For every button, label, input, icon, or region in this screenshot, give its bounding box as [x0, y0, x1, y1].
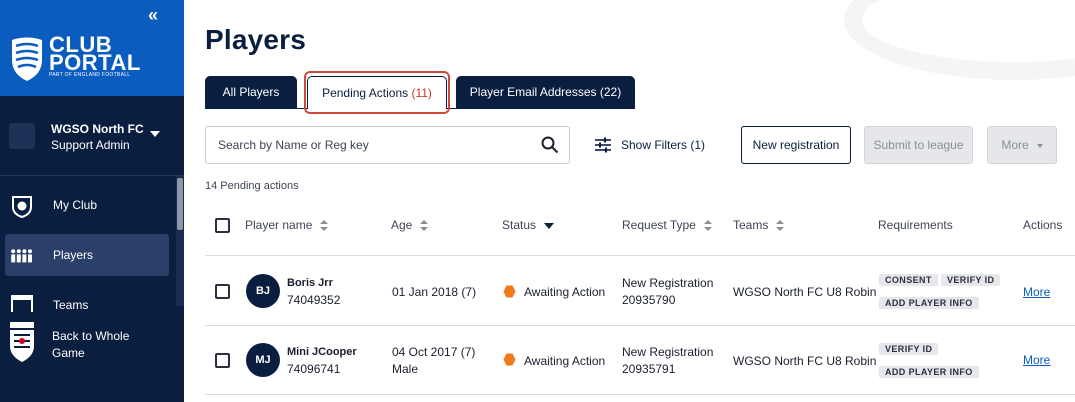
row-more-link[interactable]: More — [1023, 353, 1050, 367]
player-gender: Male — [392, 362, 419, 376]
show-filters-label: Show Filters (1) — [621, 138, 706, 152]
column-header-player-name[interactable]: Player name — [245, 218, 329, 232]
nav-item-players[interactable]: Players — [5, 234, 169, 276]
team-name: WGSO North FC U8 Robin — [733, 285, 877, 299]
player-name: Mini JCooper — [287, 346, 357, 358]
requirement-badge: CONSENT — [879, 274, 938, 286]
avatar: BJ — [246, 274, 280, 308]
column-label: Status — [502, 218, 537, 232]
search-input[interactable] — [218, 127, 528, 163]
brand-header: « CLUB PORTAL PART OF ENGLAND FOOTBALL — [0, 0, 184, 96]
org-role: Support Admin — [51, 138, 130, 152]
nav-label-my-club: My Club — [53, 198, 98, 212]
column-label: Player name — [245, 218, 313, 232]
sort-icon — [320, 219, 329, 232]
avatar: MJ — [246, 343, 280, 377]
requirement-badge: ADD PLAYER INFO — [879, 297, 979, 309]
app-window: « CLUB PORTAL PART OF ENGLAND FOOTBALL W… — [0, 0, 1075, 402]
row-checkbox[interactable] — [215, 353, 230, 368]
sidebar-scroll-thumb[interactable] — [177, 178, 183, 230]
nav-label-teams: Teams — [53, 298, 89, 312]
player-id: 74096741 — [287, 362, 341, 376]
org-avatar — [9, 123, 35, 149]
player-name: Boris Jrr — [287, 277, 333, 289]
main-content: Players All Players Pending Actions (11)… — [184, 0, 1075, 402]
back-label-line1: Back to Whole — [52, 329, 130, 343]
select-all-checkbox[interactable] — [215, 218, 230, 233]
player-age: 04 Oct 2017 (7) — [392, 345, 476, 359]
tab-highlight-outline — [304, 71, 450, 114]
row-divider — [205, 325, 1075, 326]
tab-all-players[interactable]: All Players — [205, 76, 297, 109]
search-icon[interactable] — [541, 136, 559, 154]
sort-icon — [703, 219, 712, 232]
background-decoration — [844, 0, 1075, 80]
column-label: Age — [391, 218, 413, 232]
more-dropdown-button[interactable]: More — [987, 126, 1057, 164]
nav-label-players: Players — [53, 248, 94, 262]
more-dropdown-label: More — [1001, 138, 1029, 152]
england-crest-icon — [10, 322, 34, 362]
column-header-status[interactable]: Status — [502, 218, 555, 232]
status-text: Awaiting Action — [524, 285, 606, 299]
status-hexagon-icon — [503, 285, 516, 298]
requirement-badge: ADD PLAYER INFO — [879, 366, 979, 378]
request-type: New Registration — [622, 345, 714, 359]
nav-item-teams[interactable]: Teams — [0, 290, 176, 312]
chevron-down-icon — [1036, 143, 1043, 148]
column-header-request-type[interactable]: Request Type — [622, 218, 712, 232]
brand-subtitle: PART OF ENGLAND FOOTBALL — [49, 72, 131, 78]
status-text: Awaiting Action — [524, 354, 606, 368]
player-id: 74049352 — [287, 293, 341, 307]
search-box[interactable] — [205, 126, 570, 164]
crest-icon — [12, 37, 42, 81]
sort-desc-icon — [544, 222, 555, 229]
tab-player-email-addresses[interactable]: Player Email Addresses (22) — [456, 76, 635, 109]
request-id: 20935790 — [622, 293, 676, 307]
teams-icon — [11, 295, 33, 312]
column-label: Request Type — [622, 218, 696, 232]
player-age: 01 Jan 2018 (7) — [392, 285, 477, 299]
status-hexagon-icon — [503, 353, 516, 366]
back-label-line2: Game — [52, 346, 85, 360]
shield-icon — [12, 196, 32, 218]
nav-item-my-club[interactable]: My Club — [0, 184, 176, 226]
column-header-actions: Actions — [1023, 218, 1063, 232]
new-registration-button[interactable]: New registration — [741, 126, 851, 164]
request-type: New Registration — [622, 276, 714, 290]
people-icon — [11, 249, 32, 263]
column-label: Teams — [733, 218, 769, 232]
org-name: WGSO North FC — [51, 122, 144, 136]
requirement-badge: VERIFY ID — [941, 274, 1001, 286]
row-more-link[interactable]: More — [1023, 285, 1050, 299]
request-id: 20935791 — [622, 362, 676, 376]
column-header-requirements: Requirements — [878, 218, 953, 232]
pending-count-text: 14 Pending actions — [205, 180, 299, 192]
sidebar: « CLUB PORTAL PART OF ENGLAND FOOTBALL W… — [0, 0, 184, 402]
row-checkbox[interactable] — [215, 284, 230, 299]
org-caret-icon[interactable] — [150, 131, 160, 137]
sort-icon — [776, 219, 785, 232]
column-header-age[interactable]: Age — [391, 218, 429, 232]
requirement-badge: VERIFY ID — [879, 343, 939, 355]
team-name: WGSO North FC U8 Robin — [733, 354, 877, 368]
sort-icon — [420, 219, 429, 232]
page-title: Players — [205, 24, 307, 55]
column-header-teams[interactable]: Teams — [733, 218, 785, 232]
row-divider — [205, 394, 1075, 395]
brand-title: CLUB PORTAL — [49, 32, 141, 75]
filter-sliders-icon — [595, 137, 611, 153]
header-divider — [205, 255, 1075, 256]
submit-to-league-button[interactable]: Submit to league — [864, 126, 973, 164]
collapse-sidebar-icon[interactable]: « — [148, 6, 166, 24]
